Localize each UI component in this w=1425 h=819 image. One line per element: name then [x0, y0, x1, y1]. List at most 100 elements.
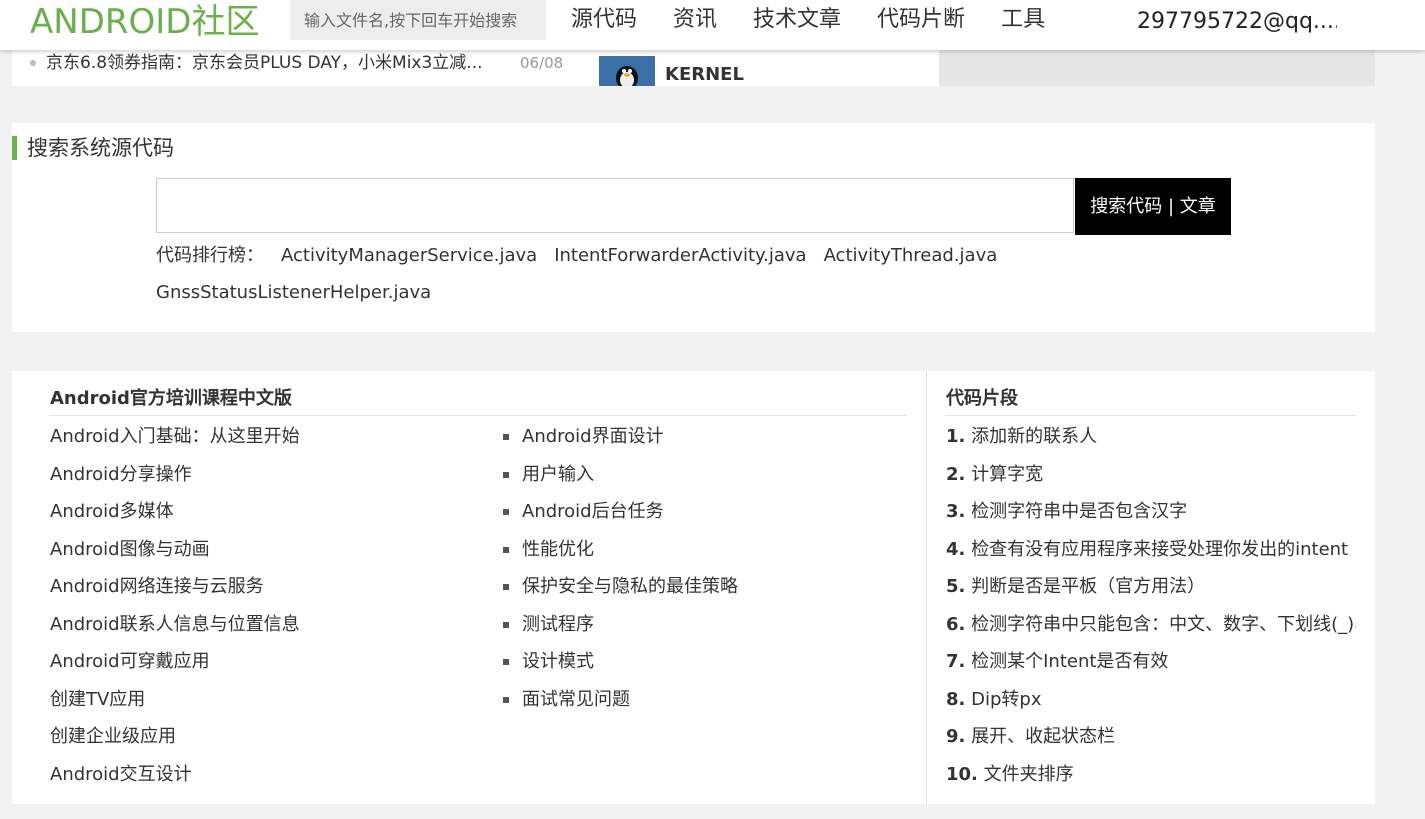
ranking-file-link[interactable]: ActivityThread.java — [824, 245, 998, 266]
training-list-left: Android入门基础：从这里开始 Android分享操作 Android多媒体… — [50, 418, 300, 793]
training-link-label: 测试程序 — [522, 613, 594, 635]
snippet-number: 7. — [946, 651, 966, 672]
snippet-number: 2. — [946, 463, 966, 485]
news-item-text: 京东6.8领券指南：京东会员PLUS DAY，小米Mix3立减... — [46, 53, 483, 73]
snippet-title: 展开、收起状态栏 — [971, 726, 1116, 747]
training-link[interactable]: Android多媒体 — [50, 493, 300, 531]
training-link[interactable]: Android可穿戴应用 — [50, 643, 300, 681]
snippet-list: 1. 添加新的联系人 2. 计算字宽 3. 检测字符串中是否包含汉字 4. 检查… — [946, 418, 1356, 793]
news-sidebar-panel — [939, 50, 1375, 86]
news-date: 06/08 — [520, 54, 564, 72]
snippet-number: 10. — [946, 763, 978, 785]
bullet-dot-icon — [30, 60, 36, 66]
ranking-file-link[interactable]: ActivityManagerService.java — [281, 245, 537, 266]
training-link-label: 面试常见问题 — [522, 688, 630, 710]
training-link-label: Android后台任务 — [522, 501, 664, 522]
snippet-link[interactable]: 9. 展开、收起状态栏 — [946, 718, 1356, 756]
site-logo[interactable]: ANDROID社区 — [30, 0, 259, 44]
snippet-number: 3. — [946, 501, 966, 522]
snippet-link[interactable]: 4. 检查有没有应用程序来接受处理你发出的intent — [946, 531, 1356, 569]
snippet-number: 4. — [946, 538, 966, 560]
nav-tech-articles[interactable]: 技术文章 — [753, 0, 841, 40]
snippet-title: 判断是否是平板（官方用法） — [971, 576, 1206, 597]
nav-news[interactable]: 资讯 — [673, 0, 717, 40]
training-link[interactable]: 创建企业级应用 — [50, 718, 300, 756]
training-link[interactable]: 性能优化 — [503, 531, 738, 569]
training-link-label: 用户输入 — [522, 463, 594, 485]
training-link[interactable]: Android后台任务 — [503, 493, 738, 531]
main-nav: 源代码 资讯 技术文章 代码片断 工具 — [571, 0, 1081, 40]
snippet-link[interactable]: 8. Dip转px — [946, 681, 1356, 719]
bullet-square-icon — [503, 434, 509, 440]
code-ranking: 代码排行榜： ActivityManagerService.java IntentF… — [156, 237, 1056, 311]
training-link[interactable]: Android交互设计 — [50, 756, 300, 794]
training-title[interactable]: Android官方培训课程中文版 — [50, 385, 907, 416]
source-search-section: 搜索系统源代码 搜索代码 | 文章 代码排行榜： ActivityManagerS… — [12, 123, 1375, 332]
code-snippet-column: 代码片段 1. 添加新的联系人 2. 计算字宽 3. 检测字符串中是否包含汉字 … — [946, 371, 1356, 804]
training-link[interactable]: Android入门基础：从这里开始 — [50, 418, 300, 456]
training-link[interactable]: Android网络连接与云服务 — [50, 568, 300, 606]
training-link-label: 保护安全与隐私的最佳策略 — [522, 576, 738, 597]
snippet-number: 6. — [946, 613, 966, 635]
linux-tux-icon[interactable] — [599, 56, 655, 86]
snippet-link[interactable]: 1. 添加新的联系人 — [946, 418, 1356, 456]
column-divider — [926, 371, 927, 804]
training-link[interactable]: 测试程序 — [503, 606, 738, 644]
top-search-box[interactable] — [290, 0, 546, 40]
training-link[interactable]: Android联系人信息与位置信息 — [50, 606, 300, 644]
snippet-link[interactable]: 6. 检测字符串中只能包含：中文、数字、下划线(_)、横线(-) — [946, 606, 1356, 644]
kernel-label[interactable]: KERNEL — [665, 64, 744, 85]
snippet-number: 8. — [946, 688, 966, 710]
user-account-link[interactable]: 297795722@qq.... — [1137, 0, 1337, 44]
bullet-square-icon — [503, 471, 509, 478]
bullet-square-icon — [503, 621, 509, 628]
nav-source-code[interactable]: 源代码 — [571, 0, 637, 40]
bullet-square-icon — [503, 546, 509, 553]
training-link[interactable]: 创建TV应用 — [50, 681, 300, 719]
snippet-link[interactable]: 5. 判断是否是平板（官方用法） — [946, 568, 1356, 606]
snippet-title: 检测字符串中只能包含：中文、数字、下划线(_)、横线(-) — [971, 613, 1356, 635]
snippet-number: 9. — [946, 726, 966, 747]
top-search-input[interactable] — [290, 0, 544, 40]
training-link[interactable]: Android分享操作 — [50, 456, 300, 494]
courses-and-snippets: Android官方培训课程中文版 Android入门基础：从这里开始 Andro… — [12, 371, 1375, 804]
snippet-number: 5. — [946, 576, 966, 597]
snippet-title: 文件夹排序 — [983, 763, 1074, 785]
snippets-title[interactable]: 代码片段 — [946, 385, 1356, 416]
section-title: 搜索系统源代码 — [12, 136, 174, 160]
snippet-number: 1. — [946, 426, 966, 447]
training-link[interactable]: Android界面设计 — [503, 418, 738, 456]
training-link[interactable]: 设计模式 — [503, 643, 738, 681]
ranking-file-link[interactable]: IntentForwarderActivity.java — [554, 245, 806, 266]
snippet-title: 检测某个Intent是否有效 — [971, 651, 1169, 672]
search-code-articles-button[interactable]: 搜索代码 | 文章 — [1075, 178, 1231, 235]
page-scrollbar[interactable] — [1413, 0, 1425, 50]
bullet-square-icon — [503, 696, 509, 703]
training-link-label: Android界面设计 — [522, 426, 664, 447]
bullet-square-icon — [503, 584, 509, 590]
code-search-input[interactable] — [157, 179, 1077, 234]
snippet-title: 计算字宽 — [971, 463, 1044, 485]
training-list-right: Android界面设计 用户输入 Android后台任务 性能优化 保护安全与隐… — [503, 418, 738, 718]
snippet-title: 添加新的联系人 — [971, 426, 1098, 447]
training-link-label: 性能优化 — [522, 538, 594, 560]
training-link[interactable]: 保护安全与隐私的最佳策略 — [503, 568, 738, 606]
nav-tools[interactable]: 工具 — [1001, 0, 1045, 40]
bullet-square-icon — [503, 509, 509, 515]
training-link[interactable]: 面试常见问题 — [503, 681, 738, 719]
snippet-title: 检测字符串中是否包含汉字 — [971, 501, 1188, 522]
ranking-file-link[interactable]: GnssStatusListenerHelper.java — [156, 282, 431, 303]
snippet-link[interactable]: 10. 文件夹排序 — [946, 756, 1356, 794]
training-link-label: 设计模式 — [522, 651, 594, 672]
news-strip: 京东6.8领券指南：京东会员PLUS DAY，小米Mix3立减... 06/08… — [12, 50, 939, 86]
code-search-box[interactable] — [156, 178, 1077, 234]
nav-code-snippets[interactable]: 代码片断 — [877, 0, 965, 40]
snippet-title: 检查有没有应用程序来接受处理你发出的intent — [971, 538, 1349, 560]
news-item[interactable]: 京东6.8领券指南：京东会员PLUS DAY，小米Mix3立减... — [30, 50, 483, 76]
training-link[interactable]: Android图像与动画 — [50, 531, 300, 569]
ranking-label: 代码排行榜： — [156, 245, 264, 266]
snippet-link[interactable]: 3. 检测字符串中是否包含汉字 — [946, 493, 1356, 531]
snippet-link[interactable]: 2. 计算字宽 — [946, 456, 1356, 494]
snippet-link[interactable]: 7. 检测某个Intent是否有效 — [946, 643, 1356, 681]
training-link[interactable]: 用户输入 — [503, 456, 738, 494]
